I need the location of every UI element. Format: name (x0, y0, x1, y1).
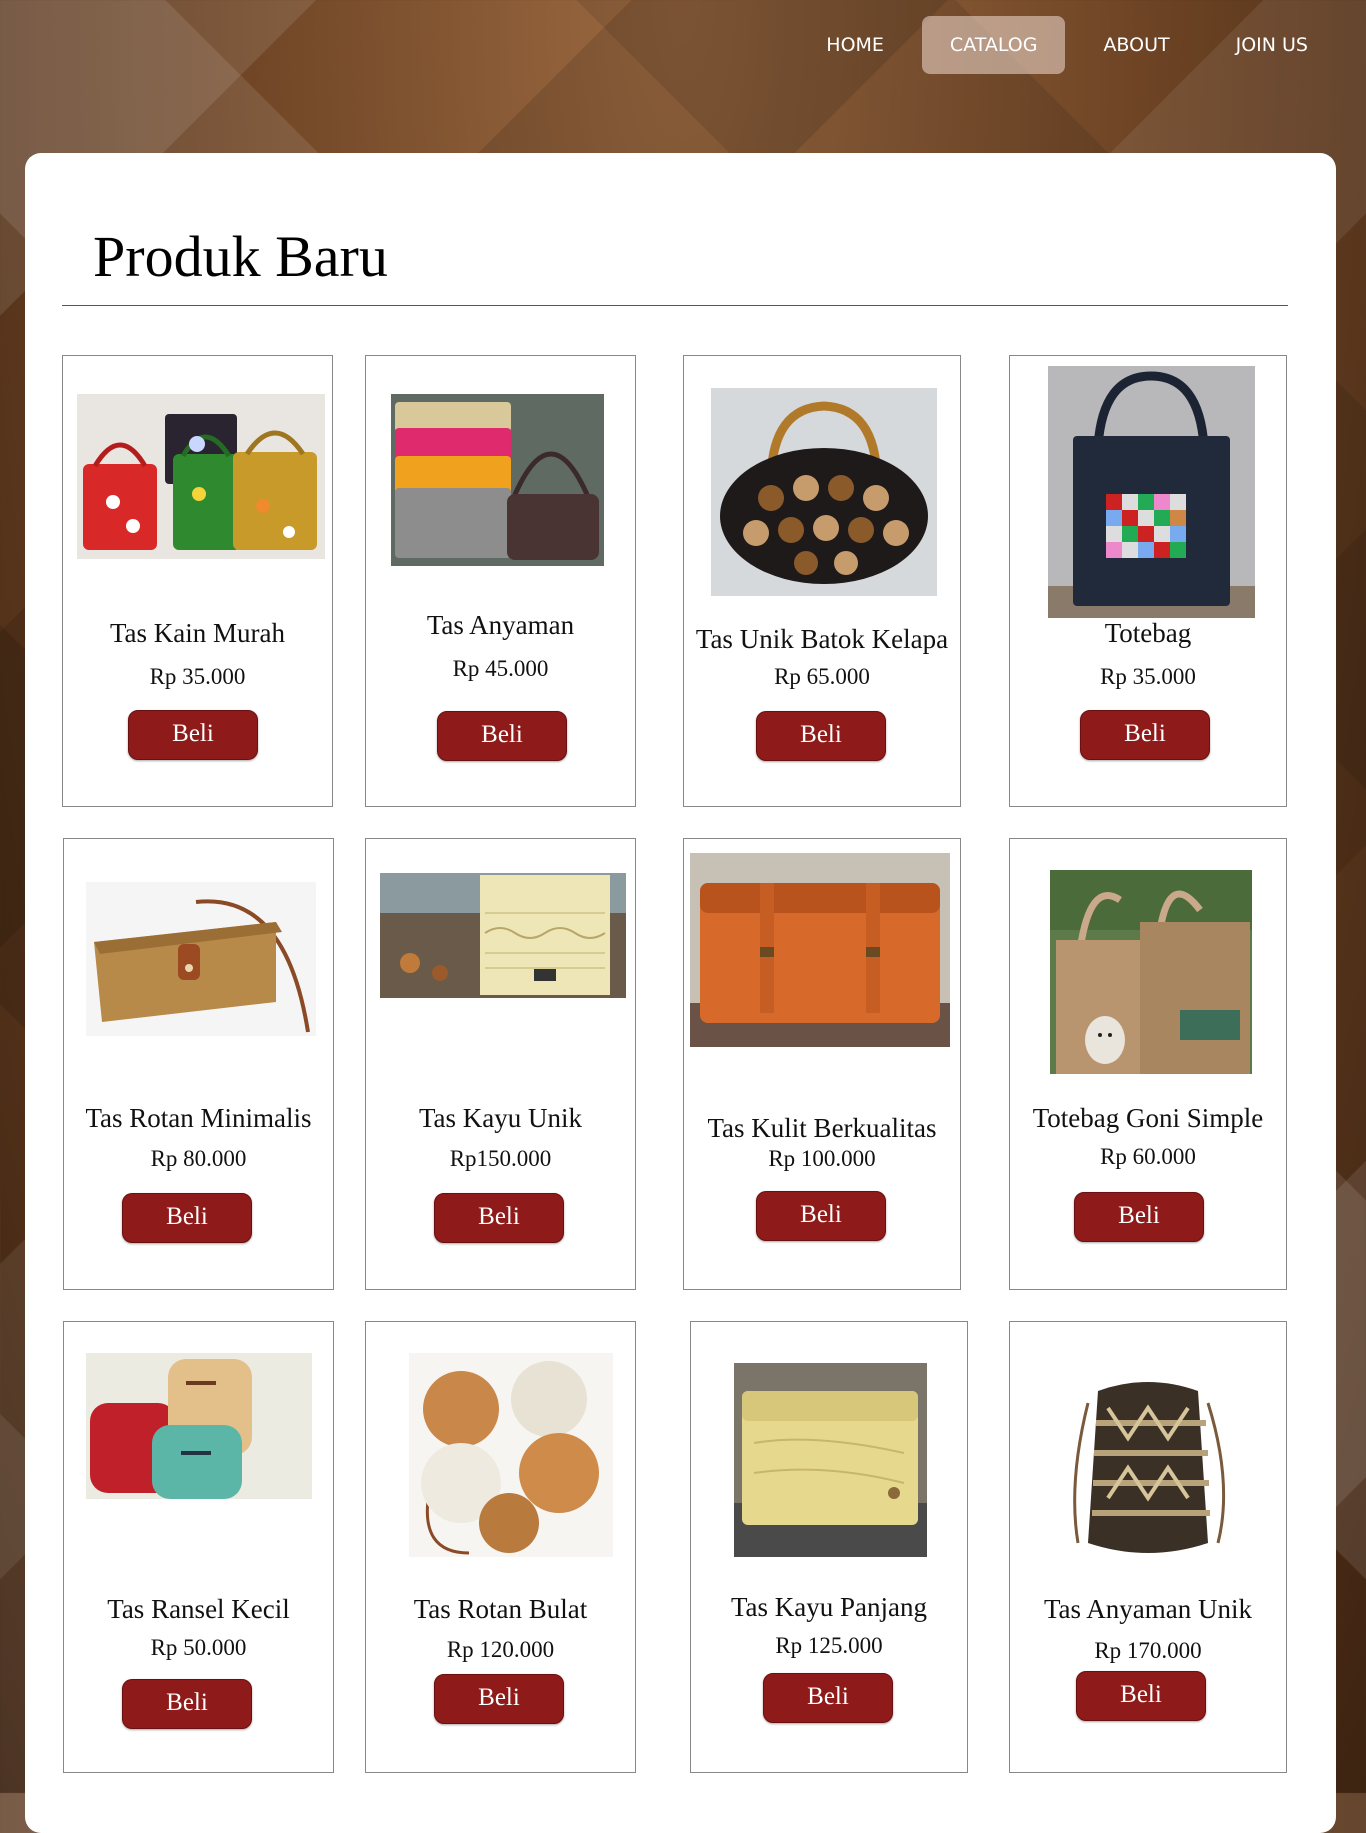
buy-button[interactable]: Beli (128, 710, 258, 760)
product-price: Rp 60.000 (1100, 1144, 1196, 1169)
product-price: Rp 80.000 (150, 1146, 247, 1171)
product-image (1048, 1363, 1248, 1567)
product-price: Rp 125.000 (775, 1633, 883, 1658)
product-price: Rp 120.000 (446, 1637, 555, 1662)
buy-button[interactable]: Beli (122, 1193, 252, 1243)
product-image (1048, 366, 1255, 618)
buy-button[interactable]: Beli (1076, 1671, 1206, 1721)
buy-button[interactable]: Beli (1080, 710, 1210, 760)
product-card: Tas Anyaman Rp 45.000 Beli (365, 355, 636, 807)
product-name: Tas Rotan Minimalis (85, 1103, 312, 1133)
product-price: Rp 100.000 (768, 1146, 876, 1171)
buy-button[interactable]: Beli (122, 1679, 252, 1729)
catalog-panel: Produk Baru Tas Kain Murah Rp 35.000 Bel… (25, 153, 1336, 1833)
product-card: Totebag Rp 35.000 Beli (1009, 355, 1287, 807)
product-image (86, 1353, 312, 1499)
product-name: Tas Kain Murah (109, 618, 286, 648)
buy-button[interactable]: Beli (437, 711, 567, 761)
buy-button[interactable]: Beli (763, 1673, 893, 1723)
product-image (711, 388, 937, 596)
product-card: Totebag Goni Simple Rp 60.000 Beli (1009, 838, 1287, 1290)
product-name: Tas Rotan Bulat (413, 1594, 588, 1624)
product-card: Tas Ransel Kecil Rp 50.000 Beli (63, 1321, 334, 1773)
title-divider (62, 305, 1288, 306)
buy-button[interactable]: Beli (756, 711, 886, 761)
product-image (690, 853, 950, 1047)
product-name: Tas Ransel Kecil (107, 1594, 290, 1624)
buy-button[interactable]: Beli (434, 1674, 564, 1724)
product-image (409, 1353, 613, 1557)
product-card: Tas Kayu Unik Rp150.000 Beli (365, 838, 636, 1290)
product-name: Tas Kulit Berkualitas (707, 1113, 937, 1143)
product-image (77, 394, 325, 559)
product-image (380, 873, 626, 998)
product-price: Rp 170.000 (1094, 1638, 1202, 1663)
product-card: Tas Kain Murah Rp 35.000 Beli (62, 355, 333, 807)
main-nav: HOME CATALOG ABOUT JOIN US (798, 16, 1336, 74)
product-card: Tas Rotan Bulat Rp 120.000 Beli (365, 1321, 636, 1773)
buy-button[interactable]: Beli (1074, 1192, 1204, 1242)
page-title: Produk Baru (93, 224, 388, 289)
product-name: Tas Anyaman (426, 610, 575, 640)
product-image (734, 1363, 927, 1557)
product-image (86, 882, 316, 1036)
product-price: Rp 50.000 (150, 1635, 247, 1660)
product-name: Totebag Goni Simple (1032, 1103, 1264, 1133)
product-name: Tas Unik Batok Kelapa (695, 624, 949, 654)
nav-catalog[interactable]: CATALOG (921, 16, 1066, 74)
product-card: Tas Kulit Berkualitas Rp 100.000 Beli (683, 838, 961, 1290)
nav-join-us[interactable]: JOIN US (1208, 16, 1336, 74)
product-price: Rp 65.000 (774, 664, 870, 689)
product-price: Rp150.000 (449, 1146, 552, 1171)
product-card: Tas Kayu Panjang Rp 125.000 Beli (690, 1321, 968, 1773)
product-price: Rp 35.000 (149, 664, 246, 689)
nav-about[interactable]: ABOUT (1075, 16, 1197, 74)
product-name: Totebag (1104, 618, 1192, 648)
product-image (1050, 870, 1252, 1074)
product-card: Tas Unik Batok Kelapa Rp 65.000 Beli (683, 355, 961, 807)
buy-button[interactable]: Beli (756, 1191, 886, 1241)
product-card: Tas Rotan Minimalis Rp 80.000 Beli (63, 838, 334, 1290)
buy-button[interactable]: Beli (434, 1193, 564, 1243)
product-price: Rp 45.000 (452, 656, 549, 681)
product-name: Tas Kayu Panjang (730, 1592, 928, 1622)
nav-home[interactable]: HOME (798, 16, 912, 74)
product-name: Tas Kayu Unik (418, 1103, 583, 1133)
product-card: Tas Anyaman Unik Rp 170.000 Beli (1009, 1321, 1287, 1773)
product-name: Tas Anyaman Unik (1043, 1594, 1253, 1624)
product-price: Rp 35.000 (1100, 664, 1196, 689)
product-image (391, 394, 604, 566)
